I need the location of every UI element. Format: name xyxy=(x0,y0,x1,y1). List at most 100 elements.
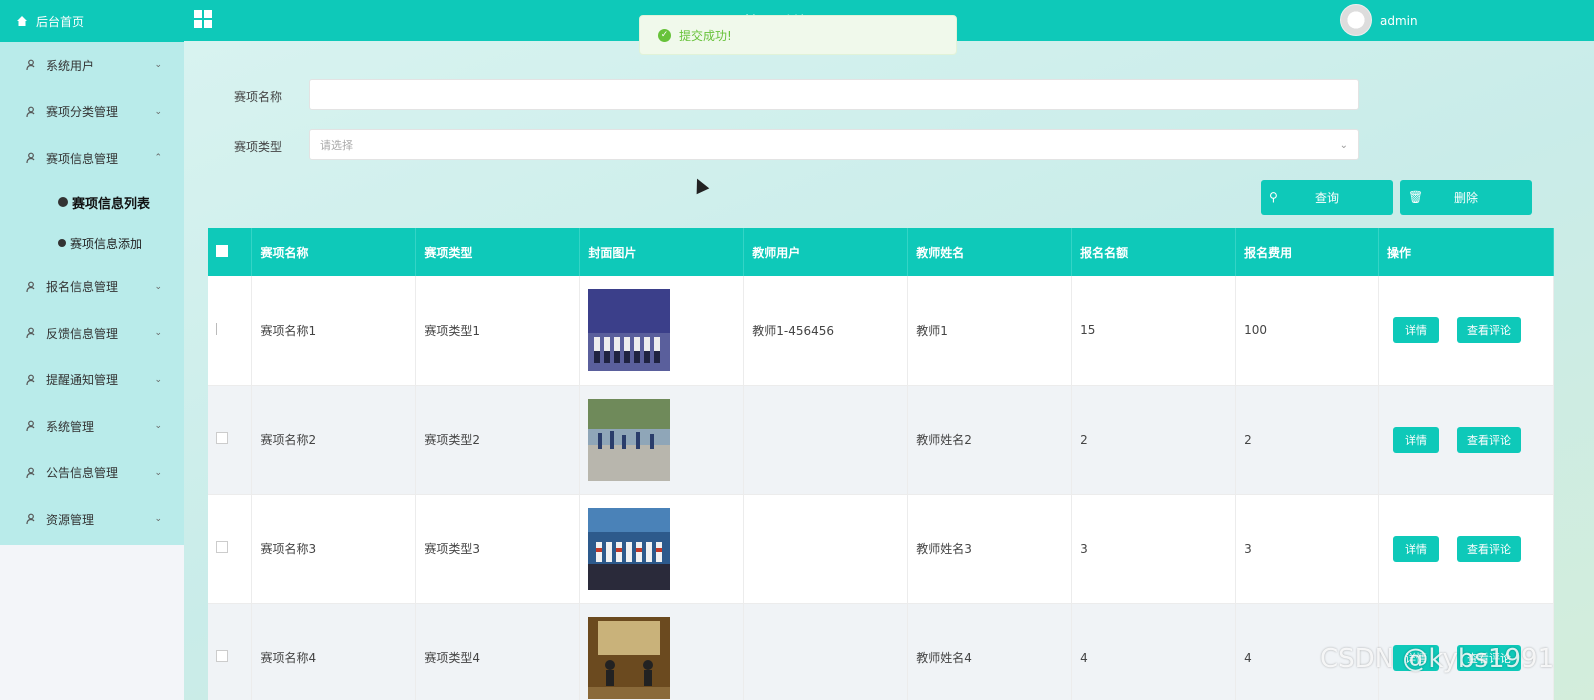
cell-cover xyxy=(579,494,745,604)
success-toast: ✓ 提交成功! xyxy=(639,15,957,55)
row-checkbox[interactable] xyxy=(216,650,228,662)
sidebar-item-label: 资源管理 xyxy=(46,512,95,527)
cell-teacher-name: 教师姓名4 xyxy=(907,603,1073,700)
view-comments-button[interactable]: 查看评论 xyxy=(1457,426,1521,453)
delete-button[interactable]: 🗑 删除 xyxy=(1400,180,1532,215)
sidebar-subitem-label: 赛项信息添加 xyxy=(70,236,143,251)
view-comments-button[interactable]: 查看评论 xyxy=(1457,535,1521,562)
sidebar-subitem-event-add[interactable]: 赛项信息添加 xyxy=(0,223,184,264)
column-header: 教师姓名 xyxy=(907,228,1073,276)
sidebar-item-label: 报名信息管理 xyxy=(46,280,119,295)
cell-fee: 2 xyxy=(1235,385,1379,495)
select-all-checkbox[interactable] xyxy=(216,244,228,257)
event-name-input[interactable] xyxy=(309,79,1359,110)
cell-teacher-name: 教师姓名2 xyxy=(907,385,1073,495)
sidebar-item-feedback[interactable]: 反馈信息管理 ⌄ xyxy=(0,310,184,357)
search-icon: ⚲ xyxy=(1269,190,1278,204)
username[interactable]: admin xyxy=(1380,14,1418,28)
sidebar-item-event-info[interactable]: 赛项信息管理 ⌃ xyxy=(0,135,184,182)
chevron-up-icon: ⌃ xyxy=(154,153,162,164)
sidebar: 后台首页 系统用户 ⌄ 赛项分类管理 ⌄ 赛项信息管理 ⌃ 赛项信息列表 赛项信… xyxy=(0,0,184,700)
chevron-down-icon: ⌄ xyxy=(154,514,162,525)
cover-image xyxy=(588,289,671,372)
sidebar-subitem-event-list[interactable]: 赛项信息列表 xyxy=(0,182,184,223)
sidebar-item-system[interactable]: 系统管理 ⌄ xyxy=(0,403,184,450)
check-circle-icon: ✓ xyxy=(658,28,671,42)
cell-quota: 15 xyxy=(1071,276,1237,386)
cell-type: 赛项类型4 xyxy=(415,603,581,700)
column-header: 操作 xyxy=(1378,228,1554,276)
sidebar-home[interactable]: 后台首页 xyxy=(0,0,184,42)
user-icon xyxy=(26,513,35,525)
cover-image xyxy=(588,616,671,699)
avatar[interactable] xyxy=(1340,4,1372,36)
column-header: 封面图片 xyxy=(579,228,745,276)
row-select-cell[interactable] xyxy=(208,494,253,604)
column-header: 教师用户 xyxy=(743,228,909,276)
cell-actions: 详情 查看评论 xyxy=(1378,276,1554,386)
view-comments-button[interactable]: 查看评论 xyxy=(1457,317,1521,344)
select-all-cell[interactable] xyxy=(208,228,253,276)
column-header: 报名费用 xyxy=(1235,228,1379,276)
cover-image xyxy=(588,507,671,590)
event-table: 赛项名称 赛项类型 封面图片 教师用户 教师姓名 报名名额 报名费用 操作 赛项… xyxy=(208,228,1554,700)
user-icon xyxy=(26,281,35,292)
sidebar-subitem-label: 赛项信息列表 xyxy=(72,196,151,212)
sidebar-item-label: 提醒通知管理 xyxy=(46,373,119,388)
location-icon xyxy=(58,197,68,207)
sidebar-item-category[interactable]: 赛项分类管理 ⌄ xyxy=(0,89,184,136)
sidebar-item-announcements[interactable]: 公告信息管理 ⌄ xyxy=(0,450,184,497)
cell-type: 赛项类型3 xyxy=(415,494,581,604)
table-row: 赛项名称1 赛项类型1 教师1-456456 教师1 15 100 详情 查看评论 xyxy=(208,276,1554,386)
row-checkbox[interactable] xyxy=(216,541,228,553)
user-icon xyxy=(26,420,35,432)
user-icon xyxy=(26,152,35,164)
user-icon xyxy=(26,59,35,71)
column-header: 报名名额 xyxy=(1071,228,1237,276)
table-row: 赛项名称3 赛项类型3 教师姓名3 3 3 详情 查看评论 xyxy=(208,494,1554,604)
query-button-label: 查询 xyxy=(1314,191,1339,205)
chevron-down-icon: ⌄ xyxy=(154,467,162,478)
cell-cover xyxy=(579,385,745,495)
row-select-cell[interactable] xyxy=(208,385,253,495)
column-header: 赛项类型 xyxy=(415,228,581,276)
trash-icon: 🗑 xyxy=(1408,190,1424,204)
detail-button[interactable]: 详情 xyxy=(1393,317,1439,344)
row-select-cell[interactable] xyxy=(208,276,253,386)
watermark: CSDN @kybs1991 xyxy=(1320,644,1555,674)
column-header: 赛项名称 xyxy=(251,228,417,276)
row-checkbox[interactable] xyxy=(216,322,217,335)
cell-teacher-user xyxy=(743,385,909,495)
cell-actions: 详情 查看评论 xyxy=(1378,494,1554,604)
cell-fee: 100 xyxy=(1235,276,1379,386)
chevron-down-icon: ⌄ xyxy=(1339,140,1348,151)
menu-toggle-icon[interactable] xyxy=(194,10,212,28)
sidebar-item-reminders[interactable]: 提醒通知管理 ⌄ xyxy=(0,357,184,404)
chevron-down-icon: ⌄ xyxy=(154,328,162,339)
cell-fee: 3 xyxy=(1235,494,1379,604)
user-icon xyxy=(26,374,35,385)
row-select-cell[interactable] xyxy=(208,603,253,700)
sidebar-menu: 后台首页 系统用户 ⌄ 赛项分类管理 ⌄ 赛项信息管理 ⌃ 赛项信息列表 赛项信… xyxy=(0,0,184,545)
cell-teacher-user xyxy=(743,494,909,604)
sidebar-item-label: 系统管理 xyxy=(46,419,95,434)
query-button[interactable]: ⚲ 查询 xyxy=(1261,180,1393,215)
cell-name: 赛项名称1 xyxy=(251,276,417,386)
chevron-down-icon: ⌄ xyxy=(154,60,162,71)
detail-button[interactable]: 详情 xyxy=(1393,426,1439,453)
event-type-placeholder: 请选择 xyxy=(320,139,353,152)
row-checkbox[interactable] xyxy=(216,432,228,444)
table-row: 赛项名称2 赛项类型2 教师姓名2 2 2 详情 查看评论 xyxy=(208,385,1554,495)
cell-teacher-user xyxy=(743,603,909,700)
sidebar-item-label: 反馈信息管理 xyxy=(46,326,119,341)
detail-button[interactable]: 详情 xyxy=(1393,535,1439,562)
cell-type: 赛项类型1 xyxy=(415,276,581,386)
sidebar-item-system-users[interactable]: 系统用户 ⌄ xyxy=(0,42,184,89)
sidebar-item-label: 公告信息管理 xyxy=(46,466,119,481)
sidebar-item-resources[interactable]: 资源管理 ⌄ xyxy=(0,496,184,543)
cell-cover xyxy=(579,276,745,386)
chevron-down-icon: ⌄ xyxy=(154,374,162,385)
user-icon xyxy=(26,467,35,478)
event-type-select[interactable]: 请选择 ⌄ xyxy=(309,129,1359,160)
sidebar-item-registration[interactable]: 报名信息管理 ⌄ xyxy=(0,264,184,311)
